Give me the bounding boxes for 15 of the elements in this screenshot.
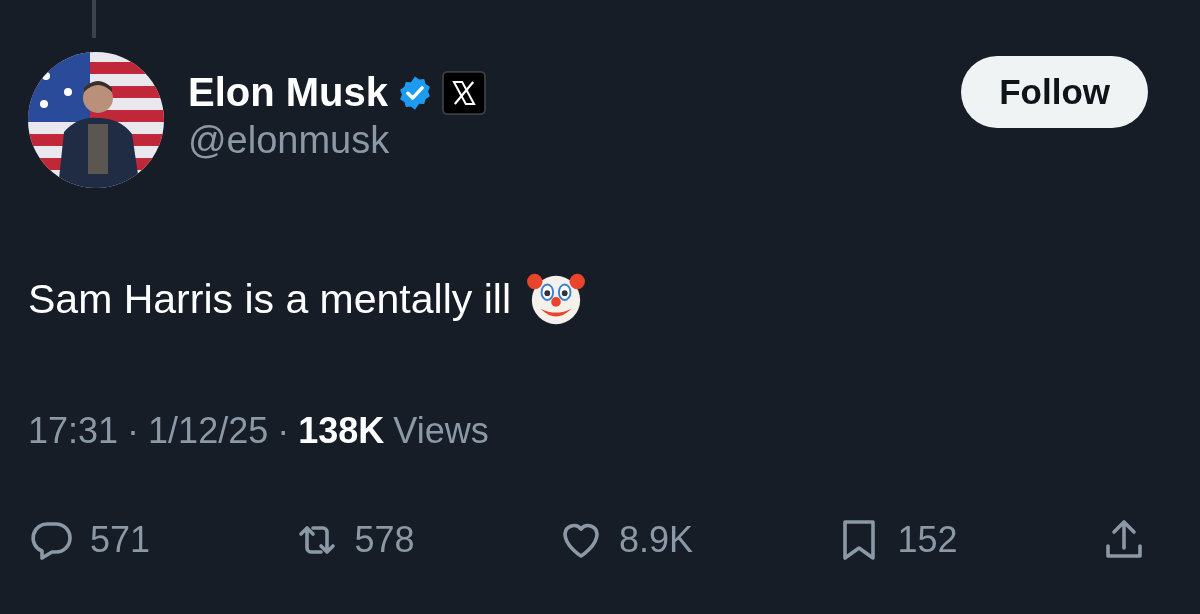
- action-count: 8.9K: [619, 519, 694, 561]
- x-logo-icon: [442, 70, 487, 115]
- action-count: 578: [354, 519, 415, 561]
- meta-text: ·: [127, 410, 140, 452]
- meta-text: Views: [393, 410, 489, 452]
- author-handle[interactable]: @elonmusk: [188, 119, 962, 162]
- tweet-text: Sam Harris is a mentally ill: [28, 275, 511, 323]
- follow-button[interactable]: Follow: [961, 56, 1148, 128]
- action-count: 152: [897, 519, 958, 561]
- action-count: 571: [90, 519, 151, 561]
- meta-text: 17:31: [28, 410, 119, 452]
- meta-text: ·: [277, 410, 290, 452]
- meta-text: 1/12/25: [148, 410, 269, 452]
- views-count: 138K: [298, 410, 385, 452]
- author-name[interactable]: Elon Musk: [188, 70, 389, 115]
